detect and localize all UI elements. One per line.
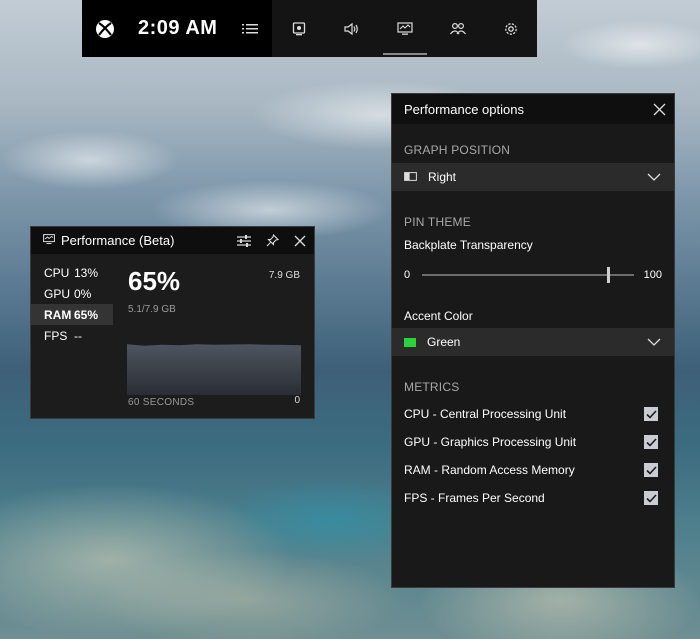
performance-icon[interactable] [382, 0, 427, 57]
metric-checkbox[interactable] [644, 435, 658, 449]
transparency-label: Backplate Transparency [404, 238, 533, 252]
clock-time: 2:09 AM [138, 17, 218, 39]
metric-name: CPU [44, 265, 70, 280]
chevron-down-icon [634, 338, 674, 346]
metric-name: FPS [44, 328, 68, 343]
transparency-slider-thumb[interactable] [607, 267, 611, 283]
position-right-icon [404, 170, 417, 184]
graph-usage-area [127, 344, 301, 395]
check-icon [645, 409, 657, 419]
selected-metric-value: 65% [128, 266, 181, 296]
metric-option-row: RAM - Random Access Memory [392, 456, 674, 484]
performance-widget-body: CPU 13% GPU 0% RAM 65% FPS -- 65% 7.9 GB 5.1/7.… [31, 254, 314, 418]
accent-color-label: Accent Color [404, 309, 473, 323]
metric-row-gpu[interactable]: GPU 0% [31, 283, 113, 304]
metric-row-fps[interactable]: FPS -- [31, 325, 113, 346]
check-icon [645, 493, 657, 503]
xbox-logo-icon[interactable] [84, 0, 126, 57]
game-bar-home: 2:09 AM [82, 0, 272, 57]
metric-option-label: FPS - Frames Per Second [404, 491, 545, 505]
slider-max-label: 100 [643, 269, 662, 281]
metric-option-row: FPS - Frames Per Second [392, 484, 674, 512]
check-icon [645, 437, 657, 447]
widget-title: Performance (Beta) [61, 233, 175, 248]
performance-widget: Performance (Beta) CPU 13% GPU 0% RAM 65… [30, 226, 315, 419]
graph-duration-label: 60 SECONDS [128, 397, 195, 408]
metric-option-label: GPU - Graphics Processing Unit [404, 435, 577, 449]
metric-option-row: GPU - Graphics Processing Unit [392, 428, 674, 456]
options-header: Performance options [392, 94, 674, 124]
game-bar-widgets [272, 0, 537, 57]
accent-color-value: Green [427, 335, 461, 349]
metric-value: 0% [74, 286, 92, 301]
chevron-down-icon [634, 173, 674, 181]
options-sliders-icon[interactable] [230, 227, 258, 254]
accent-color-swatch [404, 337, 416, 347]
transparency-slider-track[interactable] [422, 267, 634, 283]
metric-row-ram[interactable]: RAM 65% [31, 304, 113, 325]
metrics-heading: METRICS [404, 380, 460, 394]
metric-option-label: CPU - Central Processing Unit [404, 407, 567, 421]
metric-checkbox[interactable] [644, 463, 658, 477]
graph-position-dropdown[interactable]: Right [392, 163, 674, 191]
metric-option-label: RAM - Random Access Memory [404, 463, 575, 477]
metric-max-label: 7.9 GB [268, 270, 300, 281]
slider-min-label: 0 [404, 269, 411, 281]
metric-option-row: CPU - Central Processing Unit [392, 400, 674, 428]
transparency-slider-row: 0 100 [392, 265, 674, 285]
metric-row-cpu[interactable]: CPU 13% [31, 262, 113, 283]
check-icon [645, 465, 657, 475]
menu-icon[interactable] [230, 0, 270, 57]
options-title: Performance options [404, 101, 524, 117]
performance-options-panel: Performance options GRAPH POSITION Right… [391, 93, 675, 588]
close-icon[interactable] [286, 227, 314, 254]
capture-icon[interactable] [277, 0, 321, 57]
graph-position-heading: GRAPH POSITION [404, 143, 511, 157]
performance-widget-header[interactable]: Performance (Beta) [31, 227, 314, 254]
metric-name: RAM [44, 307, 72, 322]
pin-icon[interactable] [258, 227, 286, 254]
close-icon[interactable] [644, 94, 674, 124]
audio-icon[interactable] [330, 0, 374, 57]
metric-checkbox[interactable] [644, 407, 658, 421]
graph-position-value: Right [428, 170, 457, 184]
social-icon[interactable] [436, 0, 480, 57]
graph-min-label: 0 [294, 395, 300, 406]
accent-color-dropdown[interactable]: Green [392, 328, 674, 356]
game-bar: 2:09 AM [82, 0, 537, 57]
metric-checkbox[interactable] [644, 491, 658, 505]
metric-value: 65% [74, 307, 99, 322]
metric-name: GPU [44, 286, 71, 301]
performance-icon [43, 233, 55, 248]
metric-value: 13% [74, 265, 99, 280]
settings-icon[interactable] [489, 0, 533, 57]
metric-value: -- [74, 328, 82, 343]
metrics-checklist: CPU - Central Processing Unit GPU - Graph… [392, 400, 674, 512]
pin-theme-heading: PIN THEME [404, 215, 471, 229]
metric-list: CPU 13% GPU 0% RAM 65% FPS -- [31, 262, 113, 346]
metric-usage-label: 5.1/7.9 GB [128, 304, 176, 315]
usage-graph [127, 317, 301, 395]
